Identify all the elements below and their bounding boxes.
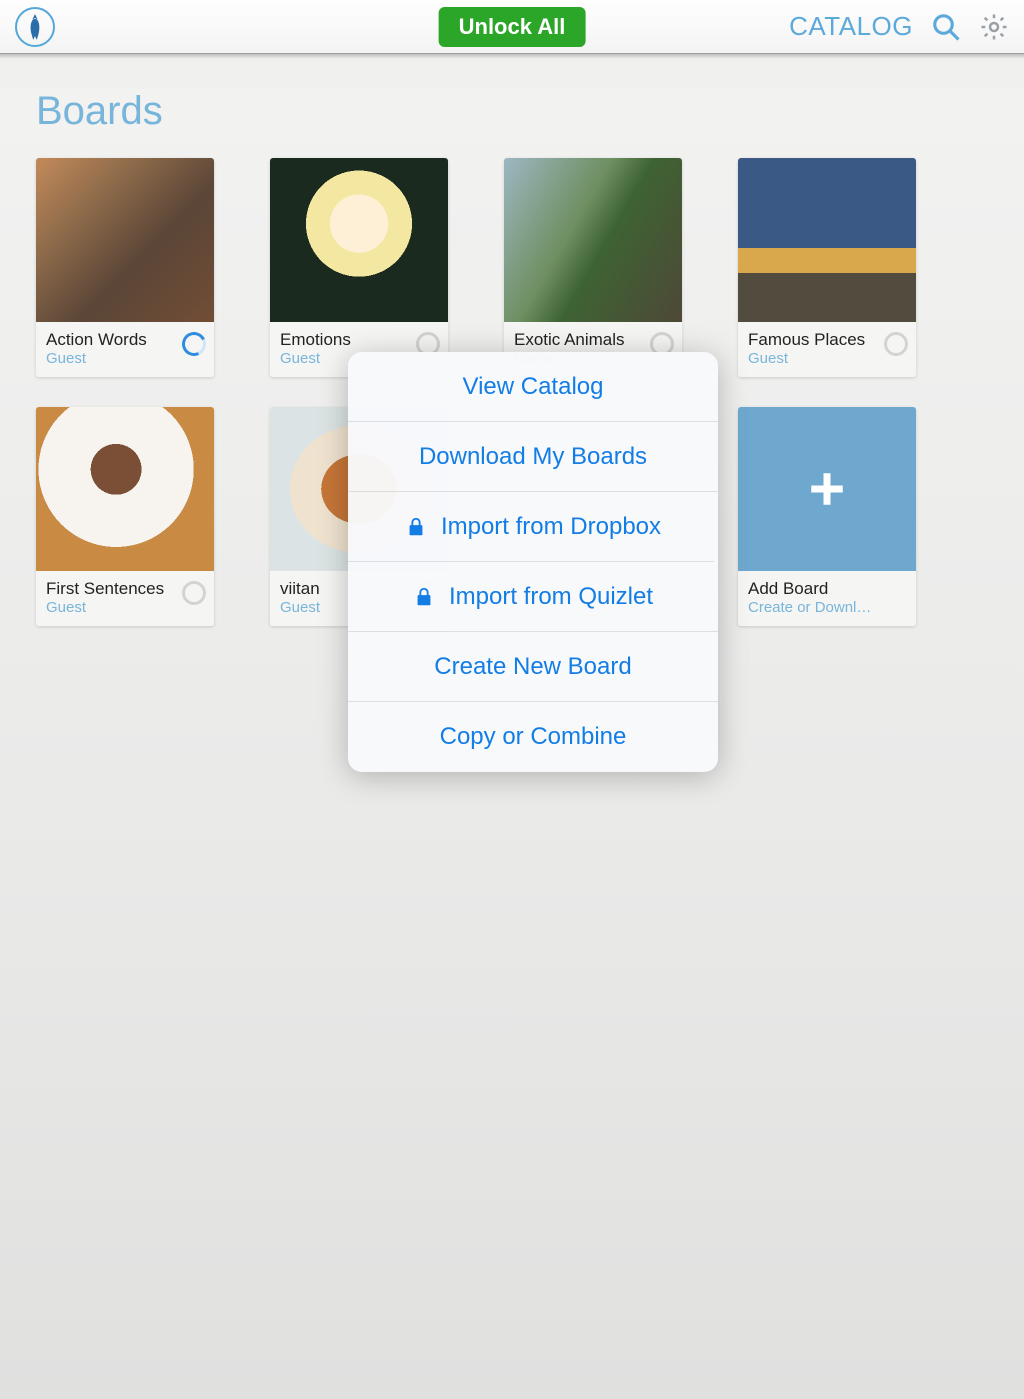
menu-label: Import from Dropbox [441,513,661,541]
board-card[interactable]: Emotions Guest [270,158,448,377]
page-title: Boards [36,89,1024,134]
board-title: First Sentences [46,579,204,599]
unlock-all-button[interactable]: Unlock All [439,7,586,47]
menu-label: View Catalog [463,373,604,401]
board-title: Action Words [46,330,204,350]
board-thumbnail [36,407,214,571]
progress-ring-icon [182,581,206,605]
board-footer: Add Board Create or Downlo… [738,571,916,626]
add-board-card[interactable]: Add Board Create or Downlo… [738,407,916,626]
lock-icon [405,516,427,538]
board-owner: Guest [46,599,176,616]
gear-icon[interactable] [979,12,1009,42]
board-owner: Guest [748,350,878,367]
add-board-thumbnail [738,407,916,571]
menu-download-my-boards[interactable]: Download My Boards [348,422,718,492]
board-title: Emotions [280,330,438,350]
add-board-popover: View Catalog Download My Boards Import f… [348,352,718,772]
board-card[interactable]: Famous Places Guest [738,158,916,377]
menu-import-quizlet[interactable]: Import from Quizlet [348,562,718,632]
search-icon[interactable] [931,12,961,42]
lock-icon [413,586,435,608]
board-thumbnail [270,158,448,322]
add-board-title: Add Board [748,579,906,599]
board-card[interactable]: First Sentences Guest [36,407,214,626]
board-footer: Famous Places Guest [738,322,916,377]
menu-label: Create New Board [434,653,631,681]
board-title: Famous Places [748,330,906,350]
board-card[interactable]: Exotic Animals Guest [504,158,682,377]
plus-icon [806,468,848,510]
toolbar-right-group: CATALOG [789,11,1009,42]
app-logo-icon[interactable] [15,7,55,47]
board-thumbnail [36,158,214,322]
menu-copy-or-combine[interactable]: Copy or Combine [348,702,718,772]
board-thumbnail [738,158,916,322]
board-title: Exotic Animals [514,330,672,350]
board-footer: Action Words Guest [36,322,214,377]
board-thumbnail [504,158,682,322]
board-owner: Guest [46,350,176,367]
add-board-subtitle: Create or Downlo… [748,599,878,616]
progress-ring-icon [884,332,908,356]
top-toolbar: Unlock All CATALOG [0,0,1024,54]
board-card[interactable]: Action Words Guest [36,158,214,377]
menu-label: Copy or Combine [440,723,627,751]
menu-import-dropbox[interactable]: Import from Dropbox [348,492,718,562]
menu-create-new-board[interactable]: Create New Board [348,632,718,702]
board-footer: First Sentences Guest [36,571,214,626]
menu-view-catalog[interactable]: View Catalog [348,352,718,422]
catalog-link[interactable]: CATALOG [789,11,913,42]
menu-label: Download My Boards [419,443,647,471]
menu-label: Import from Quizlet [449,583,653,611]
